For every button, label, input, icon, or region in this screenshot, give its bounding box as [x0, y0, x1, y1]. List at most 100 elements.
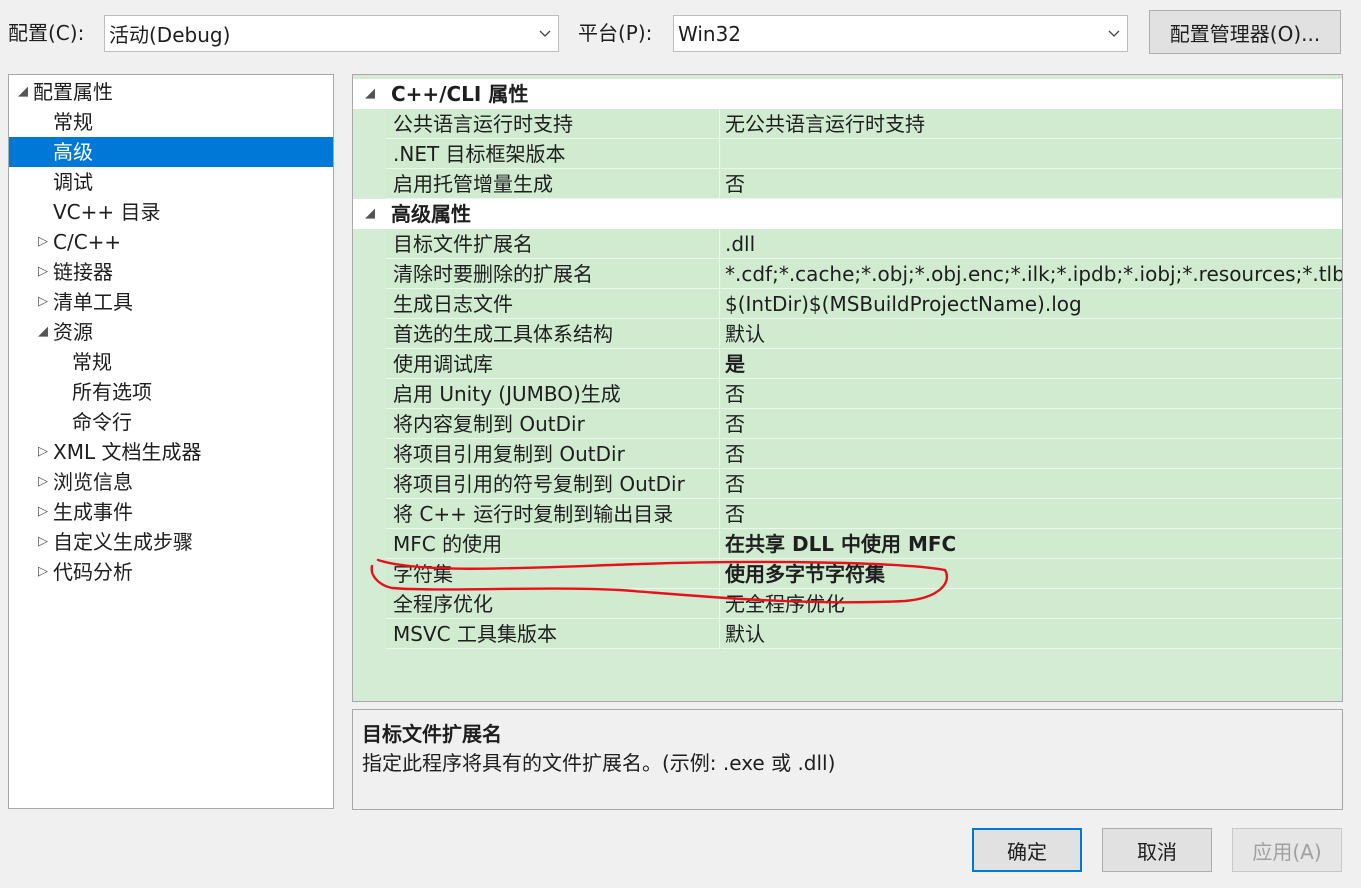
description-pane: 目标文件扩展名 指定此程序将具有的文件扩展名。(示例: .exe 或 .dll)	[352, 709, 1343, 810]
property-category[interactable]: ◢ C++/CLI 属性	[353, 79, 1342, 109]
collapse-arrow-icon[interactable]: ◢	[361, 79, 379, 109]
config-tree[interactable]: ◢ 配置属性 常规 高级 调试 VC++ 目录 ▷ C/C++ ▷ 链接器 ▷ 清单工具 ◢ 资源 常规 所有…	[8, 74, 334, 809]
expand-arrow-icon[interactable]: ▷	[35, 497, 51, 527]
property-row[interactable]: 将项目引用复制到 OutDir 否	[353, 439, 1342, 469]
property-row[interactable]: 清除时要删除的扩展名 *.cdf;*.cache;*.obj;*.obj.enc;…	[353, 259, 1342, 289]
property-category[interactable]: ◢ 高级属性	[353, 199, 1342, 229]
collapse-arrow-icon[interactable]: ◢	[361, 199, 379, 229]
expand-arrow-icon[interactable]: ▷	[35, 287, 51, 317]
tree-item[interactable]: 调试	[9, 167, 333, 197]
property-row[interactable]: MFC 的使用 在共享 DLL 中使用 MFC	[353, 529, 1342, 559]
expand-arrow-icon[interactable]: ▷	[35, 557, 51, 587]
property-grid[interactable]: ◢ C++/CLI 属性 公共语言运行时支持 无公共语言运行时支持 .NET 目标框架版…	[352, 74, 1343, 702]
property-name[interactable]: 启用 Unity (JUMBO)生成	[386, 379, 720, 409]
chevron-down-icon[interactable]	[532, 27, 558, 41]
property-value[interactable]	[721, 139, 1342, 169]
tree-item[interactable]: 高级	[9, 137, 333, 167]
tree-item[interactable]: 常规	[9, 347, 333, 377]
property-row[interactable]: 全程序优化 无全程序优化	[353, 589, 1342, 619]
expand-arrow-icon[interactable]: ▷	[35, 467, 51, 497]
property-value[interactable]: 否	[721, 499, 1342, 529]
tree-item[interactable]: ◢ 配置属性	[9, 77, 333, 107]
tree-item-label: 所有选项	[72, 380, 152, 404]
property-value[interactable]: *.cdf;*.cache;*.obj;*.obj.enc;*.ilk;*.ip…	[721, 259, 1342, 289]
property-row[interactable]: .NET 目标框架版本	[353, 139, 1342, 169]
property-name[interactable]: 全程序优化	[386, 589, 720, 619]
row-gutter	[353, 409, 386, 439]
property-row[interactable]: 目标文件扩展名 .dll	[353, 229, 1342, 259]
property-row[interactable]: 生成日志文件 $(IntDir)$(MSBuildProjectName).log	[353, 289, 1342, 319]
property-row[interactable]: 字符集 使用多字节字符集	[353, 559, 1342, 589]
expand-arrow-icon[interactable]: ▷	[35, 527, 51, 557]
property-value[interactable]: 使用多字节字符集	[721, 559, 1342, 589]
row-gutter	[353, 589, 386, 619]
collapse-arrow-icon[interactable]: ◢	[35, 317, 51, 347]
tree-item[interactable]: ▷ 清单工具	[9, 287, 333, 317]
property-row[interactable]: 公共语言运行时支持 无公共语言运行时支持	[353, 109, 1342, 139]
collapse-arrow-icon[interactable]: ◢	[15, 77, 31, 107]
property-row[interactable]: 启用托管增量生成否	[353, 169, 1342, 199]
ok-button[interactable]: 确定	[972, 828, 1082, 872]
config-combobox[interactable]: 活动(Debug)	[104, 15, 559, 52]
property-value[interactable]: 否	[721, 169, 1342, 199]
platform-combobox[interactable]: Win32	[673, 15, 1128, 52]
property-value[interactable]: 否	[721, 469, 1342, 499]
property-name[interactable]: 公共语言运行时支持	[386, 109, 720, 139]
property-name[interactable]: 清除时要删除的扩展名	[386, 259, 720, 289]
property-value[interactable]: $(IntDir)$(MSBuildProjectName).log	[721, 289, 1342, 319]
tree-item[interactable]: 常规	[9, 107, 333, 137]
tree-item[interactable]: ◢ 资源	[9, 317, 333, 347]
property-row[interactable]: 使用调试库是	[353, 349, 1342, 379]
tree-item[interactable]: 命令行	[9, 407, 333, 437]
property-name[interactable]: 将内容复制到 OutDir	[386, 409, 720, 439]
property-value[interactable]: 无公共语言运行时支持	[721, 109, 1342, 139]
tree-item[interactable]: ▷ 生成事件	[9, 497, 333, 527]
tree-item[interactable]: ▷ C/C++	[9, 227, 333, 257]
cancel-button[interactable]: 取消	[1102, 828, 1212, 872]
chevron-down-icon[interactable]	[1101, 27, 1127, 41]
property-name[interactable]: 目标文件扩展名	[386, 229, 720, 259]
property-name[interactable]: .NET 目标框架版本	[386, 139, 720, 169]
property-row[interactable]: 启用 Unity (JUMBO)生成否	[353, 379, 1342, 409]
property-value[interactable]: 否	[721, 409, 1342, 439]
expand-arrow-icon[interactable]: ▷	[35, 227, 51, 257]
property-name[interactable]: 使用调试库	[386, 349, 720, 379]
property-value[interactable]: 是	[721, 349, 1342, 379]
tree-item-label: 常规	[72, 350, 112, 374]
tree-item[interactable]: 所有选项	[9, 377, 333, 407]
expand-arrow-icon[interactable]: ▷	[35, 257, 51, 287]
property-name[interactable]: 生成日志文件	[386, 289, 720, 319]
row-gutter	[353, 349, 386, 379]
property-value[interactable]: 默认	[721, 319, 1342, 349]
property-row[interactable]: 将项目引用的符号复制到 OutDir 否	[353, 469, 1342, 499]
property-name[interactable]: 启用托管增量生成	[386, 169, 720, 199]
tree-item[interactable]: ▷ 代码分析	[9, 557, 333, 587]
property-value[interactable]: .dll	[721, 229, 1342, 259]
property-row[interactable]: MSVC 工具集版本 默认	[353, 619, 1342, 649]
tree-item[interactable]: VC++ 目录	[9, 197, 333, 227]
property-name[interactable]: 首选的生成工具体系结构	[386, 319, 720, 349]
property-name[interactable]: MFC 的使用	[386, 529, 720, 559]
expand-arrow-icon[interactable]: ▷	[35, 437, 51, 467]
tree-item[interactable]: ▷ 链接器	[9, 257, 333, 287]
property-row[interactable]: 将内容复制到 OutDir 否	[353, 409, 1342, 439]
property-row[interactable]: 将 C++ 运行时复制到输出目录否	[353, 499, 1342, 529]
property-row[interactable]: 首选的生成工具体系结构 默认	[353, 319, 1342, 349]
property-value[interactable]: 在共享 DLL 中使用 MFC	[721, 529, 1342, 559]
row-gutter	[353, 499, 386, 529]
config-combobox-value: 活动(Debug)	[109, 23, 231, 47]
property-value[interactable]: 默认	[721, 619, 1342, 649]
tree-item[interactable]: ▷ XML 文档生成器	[9, 437, 333, 467]
property-value[interactable]: 否	[721, 439, 1342, 469]
property-value[interactable]: 否	[721, 379, 1342, 409]
property-name[interactable]: 字符集	[386, 559, 720, 589]
config-manager-button[interactable]: 配置管理器(O)...	[1149, 10, 1341, 54]
property-value[interactable]: 无全程序优化	[721, 589, 1342, 619]
property-name[interactable]: 将 C++ 运行时复制到输出目录	[386, 499, 720, 529]
tree-item[interactable]: ▷ 自定义生成步骤	[9, 527, 333, 557]
property-name[interactable]: MSVC 工具集版本	[386, 619, 720, 649]
apply-button[interactable]: 应用(A)	[1232, 828, 1342, 872]
property-name[interactable]: 将项目引用复制到 OutDir	[386, 439, 720, 469]
property-name[interactable]: 将项目引用的符号复制到 OutDir	[386, 469, 720, 499]
tree-item[interactable]: ▷ 浏览信息	[9, 467, 333, 497]
